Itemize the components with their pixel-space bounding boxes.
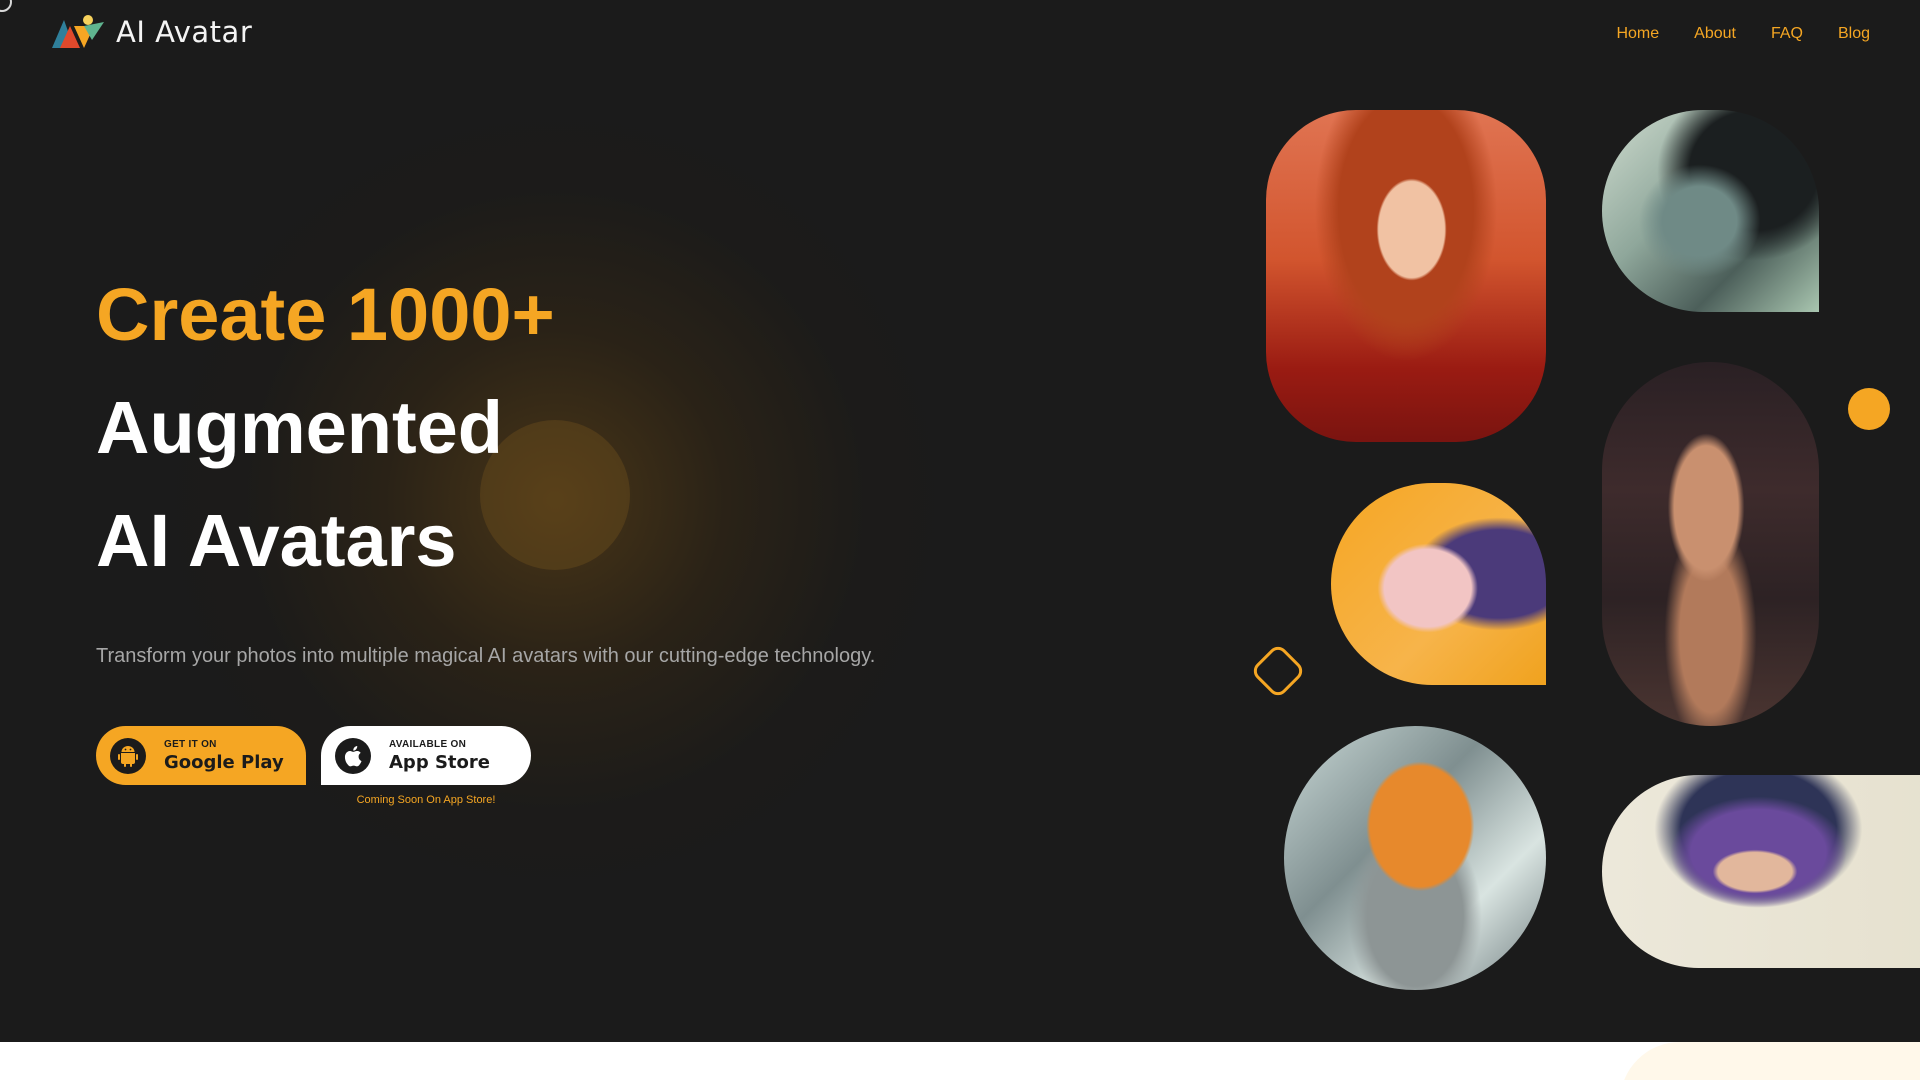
avatar-image-illustrated [1331, 483, 1546, 685]
avatar-image-purple-hair [1602, 775, 1920, 968]
app-store-small: AVAILABLE ON [389, 738, 467, 750]
nav-home[interactable]: Home [1616, 25, 1659, 43]
brand-name: AI Avatar [116, 15, 253, 49]
app-store-big: App Store [389, 751, 490, 773]
page: AI Avatar Home About FAQ Blog Create 100… [0, 0, 1920, 1080]
next-section-decoration [1620, 1042, 1920, 1080]
decorative-circle [1848, 388, 1890, 430]
hero-headline: Create 1000+ Augmented AI Avatars [96, 258, 555, 597]
headline-line-3: AI Avatars [96, 499, 457, 582]
google-play-button[interactable]: GET IT ON Google Play [96, 726, 306, 785]
nav-blog[interactable]: Blog [1838, 25, 1870, 43]
avatar-image-glasses [1602, 362, 1819, 726]
avatar-image-painted-portrait [1602, 110, 1819, 312]
hero-section: AI Avatar Home About FAQ Blog Create 100… [0, 0, 1920, 1042]
google-play-text: GET IT ON Google Play [164, 738, 284, 773]
headline-line-2: Augmented [96, 386, 503, 469]
decorative-diamond [1249, 642, 1307, 700]
google-play-big: Google Play [164, 751, 284, 773]
avatar-image-collage [1284, 726, 1546, 990]
corner-circle-icon [0, 0, 12, 12]
google-play-small: GET IT ON [164, 738, 217, 750]
android-icon [110, 737, 146, 774]
avatar-image-red-hair [1266, 110, 1546, 442]
app-store-text: AVAILABLE ON App Store [389, 738, 490, 773]
app-store-button[interactable]: AVAILABLE ON App Store [321, 726, 531, 785]
coming-soon-note: Coming Soon On App Store! [356, 794, 496, 806]
headline-accent: Create 1000+ [96, 273, 555, 356]
nav-faq[interactable]: FAQ [1771, 25, 1803, 43]
brand-logo[interactable]: AI Avatar [50, 14, 252, 50]
nav-about[interactable]: About [1694, 25, 1736, 43]
main-nav: Home About FAQ Blog [1616, 25, 1870, 43]
hero-subtitle: Transform your photos into multiple magi… [96, 645, 876, 667]
ai-avatar-logo-icon [50, 14, 106, 50]
apple-icon [335, 737, 371, 774]
